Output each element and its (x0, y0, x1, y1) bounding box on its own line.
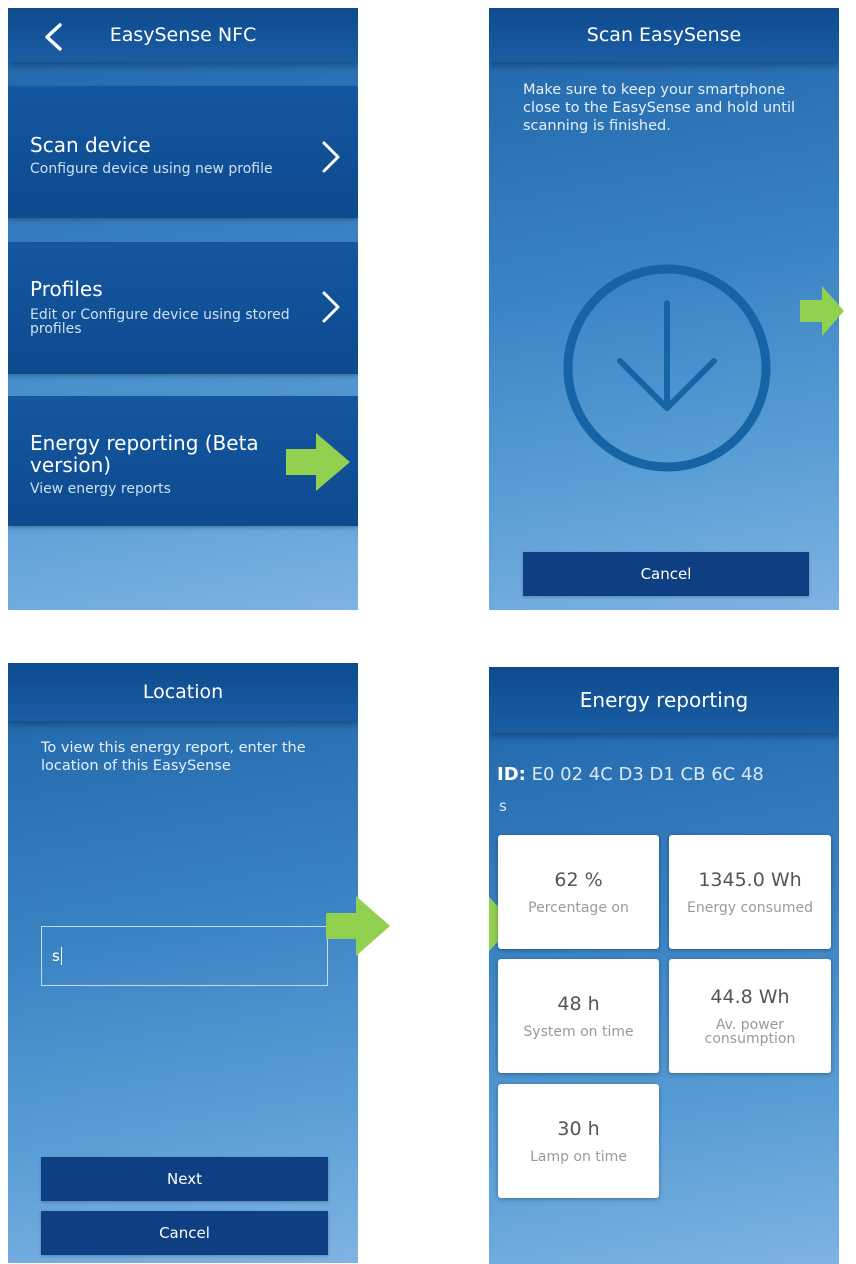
download-arrow-circle-icon (563, 264, 771, 472)
stat-tile-percentage-on: 62 % Percentage on (498, 835, 659, 949)
scan-instruction: Make sure to keep your smartphone close … (523, 82, 796, 134)
stat-label: Av. power consumption (704, 1017, 796, 1047)
chevron-right-icon (322, 291, 340, 323)
stat-tile-energy-consumed: 1345.0 Wh Energy consumed (669, 835, 831, 949)
next-button[interactable]: Next (41, 1157, 328, 1201)
stat-tile-system-on-time: 48 h System on time (498, 959, 659, 1073)
menu-item-subtitle: Configure device using new profile (30, 161, 273, 177)
location-input-value: s (52, 947, 60, 965)
header-bar: EasySense NFC (8, 8, 358, 62)
menu-item-title: Energy reporting (Beta version) (30, 431, 259, 477)
stat-tile-av-power-consumption: 44.8 Wh Av. power consumption (669, 959, 831, 1073)
screen-energy-reporting: Energy reporting ID: E0 02 4C D3 D1 CB 6… (489, 667, 839, 1264)
screen-location: Location To view this energy report, ent… (8, 663, 358, 1263)
header-bar: Energy reporting (489, 667, 839, 733)
menu-item-title: Scan device (30, 133, 151, 157)
screen-easysense-nfc: EasySense NFC Scan device Configure devi… (8, 8, 358, 610)
green-arrow-icon (286, 433, 350, 491)
menu-item-subtitle: View energy reports (30, 481, 171, 497)
menu-item-profiles[interactable]: Profiles Edit or Configure device using … (8, 242, 358, 374)
menu-item-subtitle: Edit or Configure device using stored pr… (30, 307, 290, 337)
stat-value: 62 % (554, 869, 603, 891)
text-caret (60, 947, 62, 965)
location-input[interactable]: s (41, 926, 328, 986)
stat-value: 44.8 Wh (710, 986, 790, 1008)
cancel-button[interactable]: Cancel (523, 552, 809, 596)
cancel-button[interactable]: Cancel (41, 1211, 328, 1255)
page-title: EasySense NFC (109, 24, 257, 46)
stat-label: System on time (523, 1024, 634, 1040)
stat-label: Percentage on (528, 900, 629, 916)
stat-value: 1345.0 Wh (698, 869, 802, 891)
device-location: s (499, 797, 507, 815)
stat-value: 30 h (557, 1118, 600, 1140)
device-id: ID: E0 02 4C D3 D1 CB 6C 48 (497, 764, 764, 785)
stat-value: 48 h (557, 993, 600, 1015)
chevron-right-icon (322, 141, 340, 173)
menu-item-title: Profiles (30, 277, 103, 301)
location-instruction: To view this energy report, enter the lo… (41, 740, 306, 774)
header-bar: Location (8, 663, 358, 721)
header-bar: Scan EasySense (489, 8, 839, 62)
green-arrow-icon (800, 286, 844, 336)
stat-label: Lamp on time (530, 1149, 627, 1165)
page-title: Scan EasySense (586, 24, 742, 46)
menu-item-scan-device[interactable]: Scan device Configure device using new p… (8, 86, 358, 218)
screen-scan-easysense: Scan EasySense Make sure to keep your sm… (489, 8, 839, 610)
device-id-label: ID: (497, 764, 526, 785)
green-arrow-icon (326, 896, 390, 956)
page-title: Energy reporting (579, 688, 749, 712)
device-id-value: E0 02 4C D3 D1 CB 6C 48 (531, 764, 764, 785)
back-button[interactable] (36, 20, 70, 54)
stat-tile-lamp-on-time: 30 h Lamp on time (498, 1084, 659, 1198)
chevron-left-icon (45, 23, 62, 51)
page-title: Location (142, 681, 224, 703)
stat-label: Energy consumed (687, 900, 813, 916)
menu-item-energy-reporting[interactable]: Energy reporting (Beta version) View ene… (8, 396, 358, 526)
